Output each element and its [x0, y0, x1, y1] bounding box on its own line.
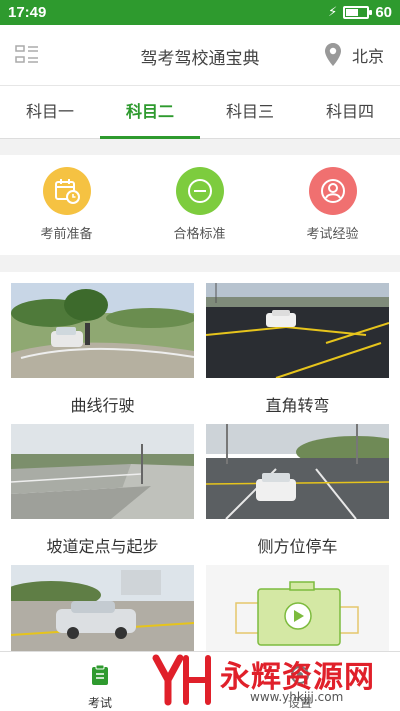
exam-experience-label: 考试经验: [306, 227, 359, 242]
app-header: 驾考驾校通宝典 北京: [0, 25, 400, 85]
right-angle-turn-photo: [206, 283, 389, 378]
minus-circle-icon: [175, 167, 224, 215]
curve-driving-label: 曲线行驶: [70, 396, 135, 415]
location-pin-icon: [324, 43, 341, 66]
car-practice-photo: [11, 565, 194, 660]
exam-experience-button[interactable]: 考试经验: [266, 155, 399, 255]
user-badge-icon: [308, 167, 357, 215]
parallel-parking-photo: [206, 424, 389, 519]
parallel-parking-label: 侧方位停车: [257, 537, 338, 556]
calendar-clock-icon: [42, 167, 91, 215]
item-curve-driving[interactable]: 曲线行驶: [11, 283, 194, 416]
tab-subject-2[interactable]: 科目二: [100, 86, 200, 139]
nav-settings[interactable]: 设置: [200, 652, 400, 711]
clipboard-icon: [92, 664, 108, 685]
tab-subject-4[interactable]: 科目四: [300, 86, 400, 138]
tab-subject-1[interactable]: 科目一: [0, 86, 100, 138]
status-bar: 17:49 ⚡ 60: [0, 0, 400, 25]
right-angle-turn-label: 直角转弯: [265, 396, 330, 415]
menu-icon[interactable]: [14, 43, 40, 67]
item-right-angle-turn[interactable]: 直角转弯: [206, 283, 389, 416]
city-name: 北京: [351, 47, 384, 66]
pass-standard-button[interactable]: 合格标准: [133, 155, 266, 255]
exam-prep-button[interactable]: 考前准备: [0, 155, 133, 255]
charging-icon: ⚡: [328, 5, 338, 20]
tab-subject-3[interactable]: 科目三: [200, 86, 300, 138]
settings-icon: [291, 666, 309, 684]
battery-icon: [343, 6, 373, 19]
pass-standard-label: 合格标准: [173, 227, 226, 242]
item-parallel-parking[interactable]: 侧方位停车: [206, 424, 389, 557]
bottom-nav: 考试 设置: [0, 651, 400, 711]
item-grid: 曲线行驶 直角转弯 坡道定点与起步 侧方位停车: [0, 272, 400, 660]
video-placeholder: [206, 565, 389, 660]
nav-exam[interactable]: 考试: [0, 652, 200, 711]
slope-start-label: 坡道定点与起步: [46, 537, 159, 556]
item-slope-start[interactable]: 坡道定点与起步: [11, 424, 194, 557]
slope-start-photo: [11, 424, 194, 519]
battery-percent: 60: [375, 4, 392, 21]
nav-exam-label: 考试: [87, 696, 112, 710]
city-selector[interactable]: 北京: [324, 42, 384, 68]
item-card-6[interactable]: [206, 565, 389, 660]
quick-actions: 考前准备 合格标准 考试经验: [0, 155, 400, 255]
exam-prep-label: 考前准备: [40, 227, 93, 242]
subject-tabs: 科目一 科目二 科目三 科目四: [0, 85, 400, 139]
item-card-5[interactable]: [11, 565, 194, 660]
status-time: 17:49: [8, 4, 47, 21]
curve-driving-photo: [11, 283, 194, 378]
nav-settings-label: 设置: [287, 696, 312, 710]
